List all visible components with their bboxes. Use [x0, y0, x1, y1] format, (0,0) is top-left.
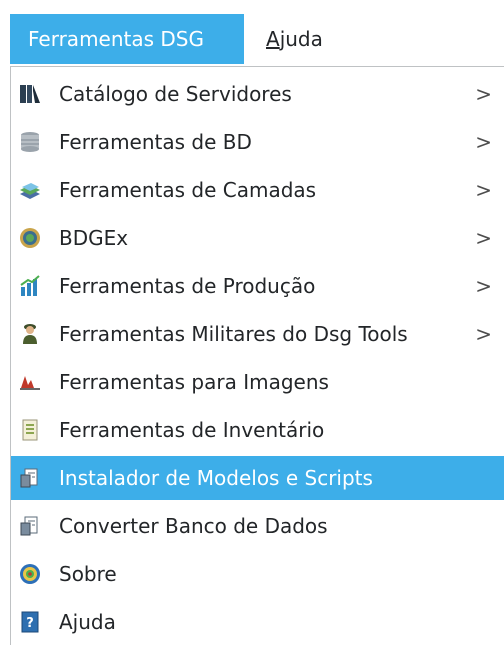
- menu-ajuda-mnemonic: A: [266, 27, 280, 51]
- menu-ajuda[interactable]: Ajuda: [248, 14, 352, 64]
- menu-item-label: Ferramentas de Inventário: [59, 418, 325, 442]
- menu-item-catalogo-servidores[interactable]: Catálogo de Servidores >: [11, 72, 504, 116]
- menu-item-sobre[interactable]: Sobre: [11, 552, 504, 596]
- menu-item-label: Ferramentas Militares do Dsg Tools: [59, 322, 408, 346]
- converter-icon: [20, 516, 38, 536]
- help-icon: ?: [21, 611, 39, 633]
- menu-bar: Ferramentas DSG Ajuda: [0, 0, 504, 69]
- menu-item-label: Converter Banco de Dados: [59, 514, 328, 538]
- chevron-right-icon: >: [475, 274, 492, 298]
- menu-item-bdgex[interactable]: BDGEx >: [11, 216, 504, 260]
- layers-icon: [20, 183, 40, 199]
- menu-item-instalador-modelos-scripts[interactable]: Instalador de Modelos e Scripts: [11, 456, 504, 500]
- menu-item-label: Instalador de Modelos e Scripts: [59, 466, 373, 490]
- about-icon: [20, 564, 40, 584]
- production-chart-icon: [20, 275, 40, 296]
- menu-item-ferramentas-militares[interactable]: Ferramentas Militares do Dsg Tools >: [11, 312, 504, 356]
- menu-item-label: Ferramentas de BD: [59, 130, 252, 154]
- database-icon: [21, 132, 39, 152]
- menu-ferramentas-dsg-label: Ferramentas DSG: [28, 27, 204, 51]
- menu-item-converter-banco-dados[interactable]: Converter Banco de Dados: [11, 504, 504, 548]
- chevron-right-icon: >: [475, 130, 492, 154]
- chevron-right-icon: >: [475, 322, 492, 346]
- dropdown-menu: Catálogo de Servidores > Ferramentas de …: [10, 66, 504, 645]
- menu-item-ferramentas-camadas[interactable]: Ferramentas de Camadas >: [11, 168, 504, 212]
- bdgex-icon: [20, 228, 40, 248]
- svg-text:?: ?: [26, 616, 34, 631]
- chevron-right-icon: >: [475, 226, 492, 250]
- soldier-icon: [23, 324, 37, 344]
- menu-item-label: Catálogo de Servidores: [59, 82, 292, 106]
- chevron-right-icon: >: [475, 82, 492, 106]
- image-histogram-icon: [20, 376, 40, 390]
- menu-item-ferramentas-bd[interactable]: Ferramentas de BD >: [11, 120, 504, 164]
- menu-item-label: BDGEx: [59, 226, 129, 250]
- installer-icon: [20, 468, 38, 488]
- menu-item-label: Ferramentas para Imagens: [59, 370, 329, 394]
- inventory-icon: [22, 419, 38, 441]
- server-catalog-icon: [20, 85, 40, 103]
- menu-ferramentas-dsg[interactable]: Ferramentas DSG: [10, 14, 244, 64]
- menu-item-label: Ferramentas de Produção: [59, 274, 316, 298]
- menu-item-ajuda[interactable]: ? Ajuda: [11, 600, 504, 644]
- menu-ajuda-label: juda: [279, 27, 323, 51]
- menu-item-label: Ferramentas de Camadas: [59, 178, 317, 202]
- menu-item-ferramentas-inventario[interactable]: Ferramentas de Inventário: [11, 408, 504, 452]
- chevron-right-icon: >: [475, 178, 492, 202]
- menu-item-label: Sobre: [59, 562, 117, 586]
- menu-item-ferramentas-producao[interactable]: Ferramentas de Produção >: [11, 264, 504, 308]
- menu-item-label: Ajuda: [59, 610, 116, 634]
- menu-item-ferramentas-imagens[interactable]: Ferramentas para Imagens: [11, 360, 504, 404]
